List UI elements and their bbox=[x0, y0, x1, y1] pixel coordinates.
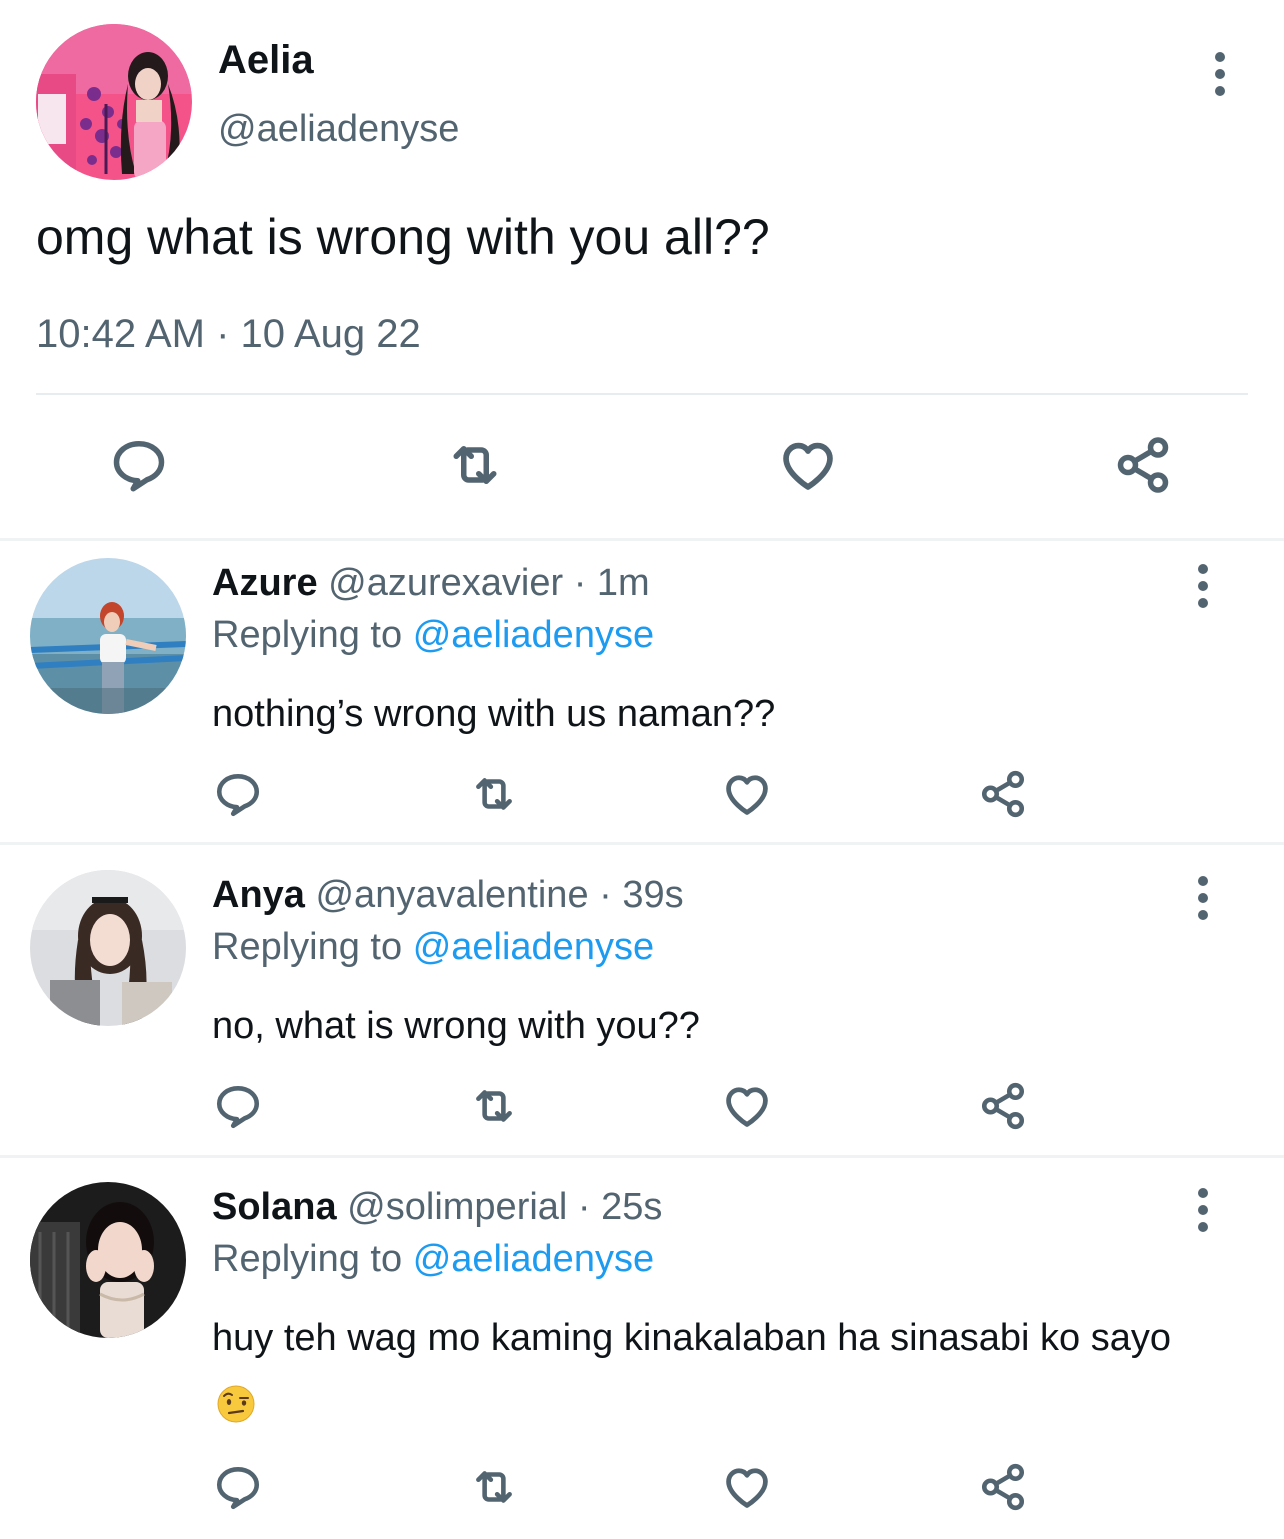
author-handle[interactable]: @aeliadenyse bbox=[218, 108, 459, 151]
author-name[interactable]: Anya bbox=[212, 874, 305, 916]
divider bbox=[0, 1155, 1284, 1158]
divider bbox=[0, 842, 1284, 845]
like-button[interactable] bbox=[719, 1078, 775, 1134]
more-options-icon[interactable] bbox=[1188, 556, 1218, 616]
retweet-button[interactable] bbox=[440, 430, 510, 500]
author-handle-time[interactable]: @solimperial · 25s bbox=[347, 1186, 662, 1228]
share-icon bbox=[978, 1081, 1028, 1131]
retweet-icon bbox=[469, 769, 519, 819]
tweet-text-content: huy teh wag mo kaming kinakalaban ha sin… bbox=[212, 1317, 1172, 1359]
share-icon bbox=[978, 769, 1028, 819]
replying-label: Replying to bbox=[212, 1238, 403, 1280]
mention-link[interactable]: @aeliadenyse bbox=[413, 614, 654, 656]
mention-link[interactable]: @aeliadenyse bbox=[413, 1238, 654, 1280]
tweet-actions bbox=[0, 430, 1284, 500]
more-options-icon[interactable] bbox=[1188, 1180, 1218, 1240]
avatar[interactable] bbox=[30, 558, 186, 714]
like-button[interactable] bbox=[719, 766, 775, 822]
replying-to: Replying to @aeliadenyse bbox=[212, 1238, 654, 1281]
replying-to: Replying to @aeliadenyse bbox=[212, 926, 654, 969]
like-icon bbox=[777, 434, 839, 496]
avatar-photo bbox=[36, 24, 192, 180]
retweet-icon bbox=[469, 1462, 519, 1512]
tweet-text: omg what is wrong with you all?? bbox=[36, 209, 770, 265]
reply-tweet[interactable]: Solana @solimperial · 25s Replying to @a… bbox=[0, 1164, 1284, 1539]
author-name[interactable]: Aelia bbox=[218, 38, 314, 83]
avatar[interactable] bbox=[30, 1182, 186, 1338]
share-button[interactable] bbox=[975, 766, 1031, 822]
divider bbox=[36, 393, 1248, 395]
tweet-text: huy teh wag mo kaming kinakalaban ha sin… bbox=[212, 1304, 1202, 1440]
reply-icon bbox=[213, 1081, 263, 1131]
tweet-text: no, what is wrong with you?? bbox=[212, 1005, 700, 1047]
share-button[interactable] bbox=[1108, 430, 1178, 500]
share-button[interactable] bbox=[975, 1078, 1031, 1134]
like-button[interactable] bbox=[719, 1459, 775, 1515]
retweet-button[interactable] bbox=[466, 766, 522, 822]
retweet-button[interactable] bbox=[466, 1459, 522, 1515]
share-button[interactable] bbox=[975, 1459, 1031, 1515]
reply-icon bbox=[213, 769, 263, 819]
like-button[interactable] bbox=[773, 430, 843, 500]
replying-label: Replying to bbox=[212, 926, 403, 968]
like-icon bbox=[721, 768, 773, 820]
more-options-icon[interactable] bbox=[1188, 868, 1218, 928]
retweet-icon bbox=[445, 435, 505, 495]
author-name[interactable]: Azure bbox=[212, 562, 318, 604]
author-name[interactable]: Solana bbox=[212, 1186, 337, 1228]
avatar-photo bbox=[30, 1182, 186, 1338]
reply-icon bbox=[109, 435, 169, 495]
mention-link[interactable]: @aeliadenyse bbox=[413, 926, 654, 968]
like-icon bbox=[721, 1461, 773, 1513]
author-handle-time[interactable]: @azurexavier · 1m bbox=[328, 562, 650, 604]
reply-icon bbox=[213, 1462, 263, 1512]
reply-tweet[interactable]: Azure @azurexavier · 1m Replying to @ael… bbox=[0, 540, 1284, 842]
reply-header: Solana @solimperial · 25s bbox=[212, 1186, 662, 1229]
reply-button[interactable] bbox=[210, 1078, 266, 1134]
face-with-raised-eyebrow-icon bbox=[217, 1385, 255, 1423]
reply-button[interactable] bbox=[210, 1459, 266, 1515]
share-icon bbox=[978, 1462, 1028, 1512]
tweet-actions bbox=[0, 1078, 1284, 1134]
tweet-actions bbox=[0, 766, 1284, 822]
avatar[interactable] bbox=[30, 870, 186, 1026]
share-icon bbox=[1113, 435, 1173, 495]
replying-label: Replying to bbox=[212, 614, 403, 656]
tweet-timestamp[interactable]: 10:42 AM · 10 Aug 22 bbox=[36, 312, 421, 357]
reply-button[interactable] bbox=[104, 430, 174, 500]
tweet-text: nothing’s wrong with us naman?? bbox=[212, 693, 776, 735]
tweet-actions bbox=[0, 1459, 1284, 1515]
like-icon bbox=[721, 1080, 773, 1132]
avatar-photo bbox=[30, 870, 186, 1026]
author-handle-time[interactable]: @anyavalentine · 39s bbox=[315, 874, 683, 916]
reply-button[interactable] bbox=[210, 766, 266, 822]
avatar[interactable] bbox=[36, 24, 192, 180]
reply-tweet[interactable]: Anya @anyavalentine · 39s Replying to @a… bbox=[0, 852, 1284, 1154]
reply-header: Anya @anyavalentine · 39s bbox=[212, 874, 684, 917]
replying-to: Replying to @aeliadenyse bbox=[212, 614, 654, 657]
retweet-icon bbox=[469, 1081, 519, 1131]
reply-header: Azure @azurexavier · 1m bbox=[212, 562, 650, 605]
avatar-photo bbox=[30, 558, 186, 714]
more-options-icon[interactable] bbox=[1205, 44, 1235, 104]
retweet-button[interactable] bbox=[466, 1078, 522, 1134]
